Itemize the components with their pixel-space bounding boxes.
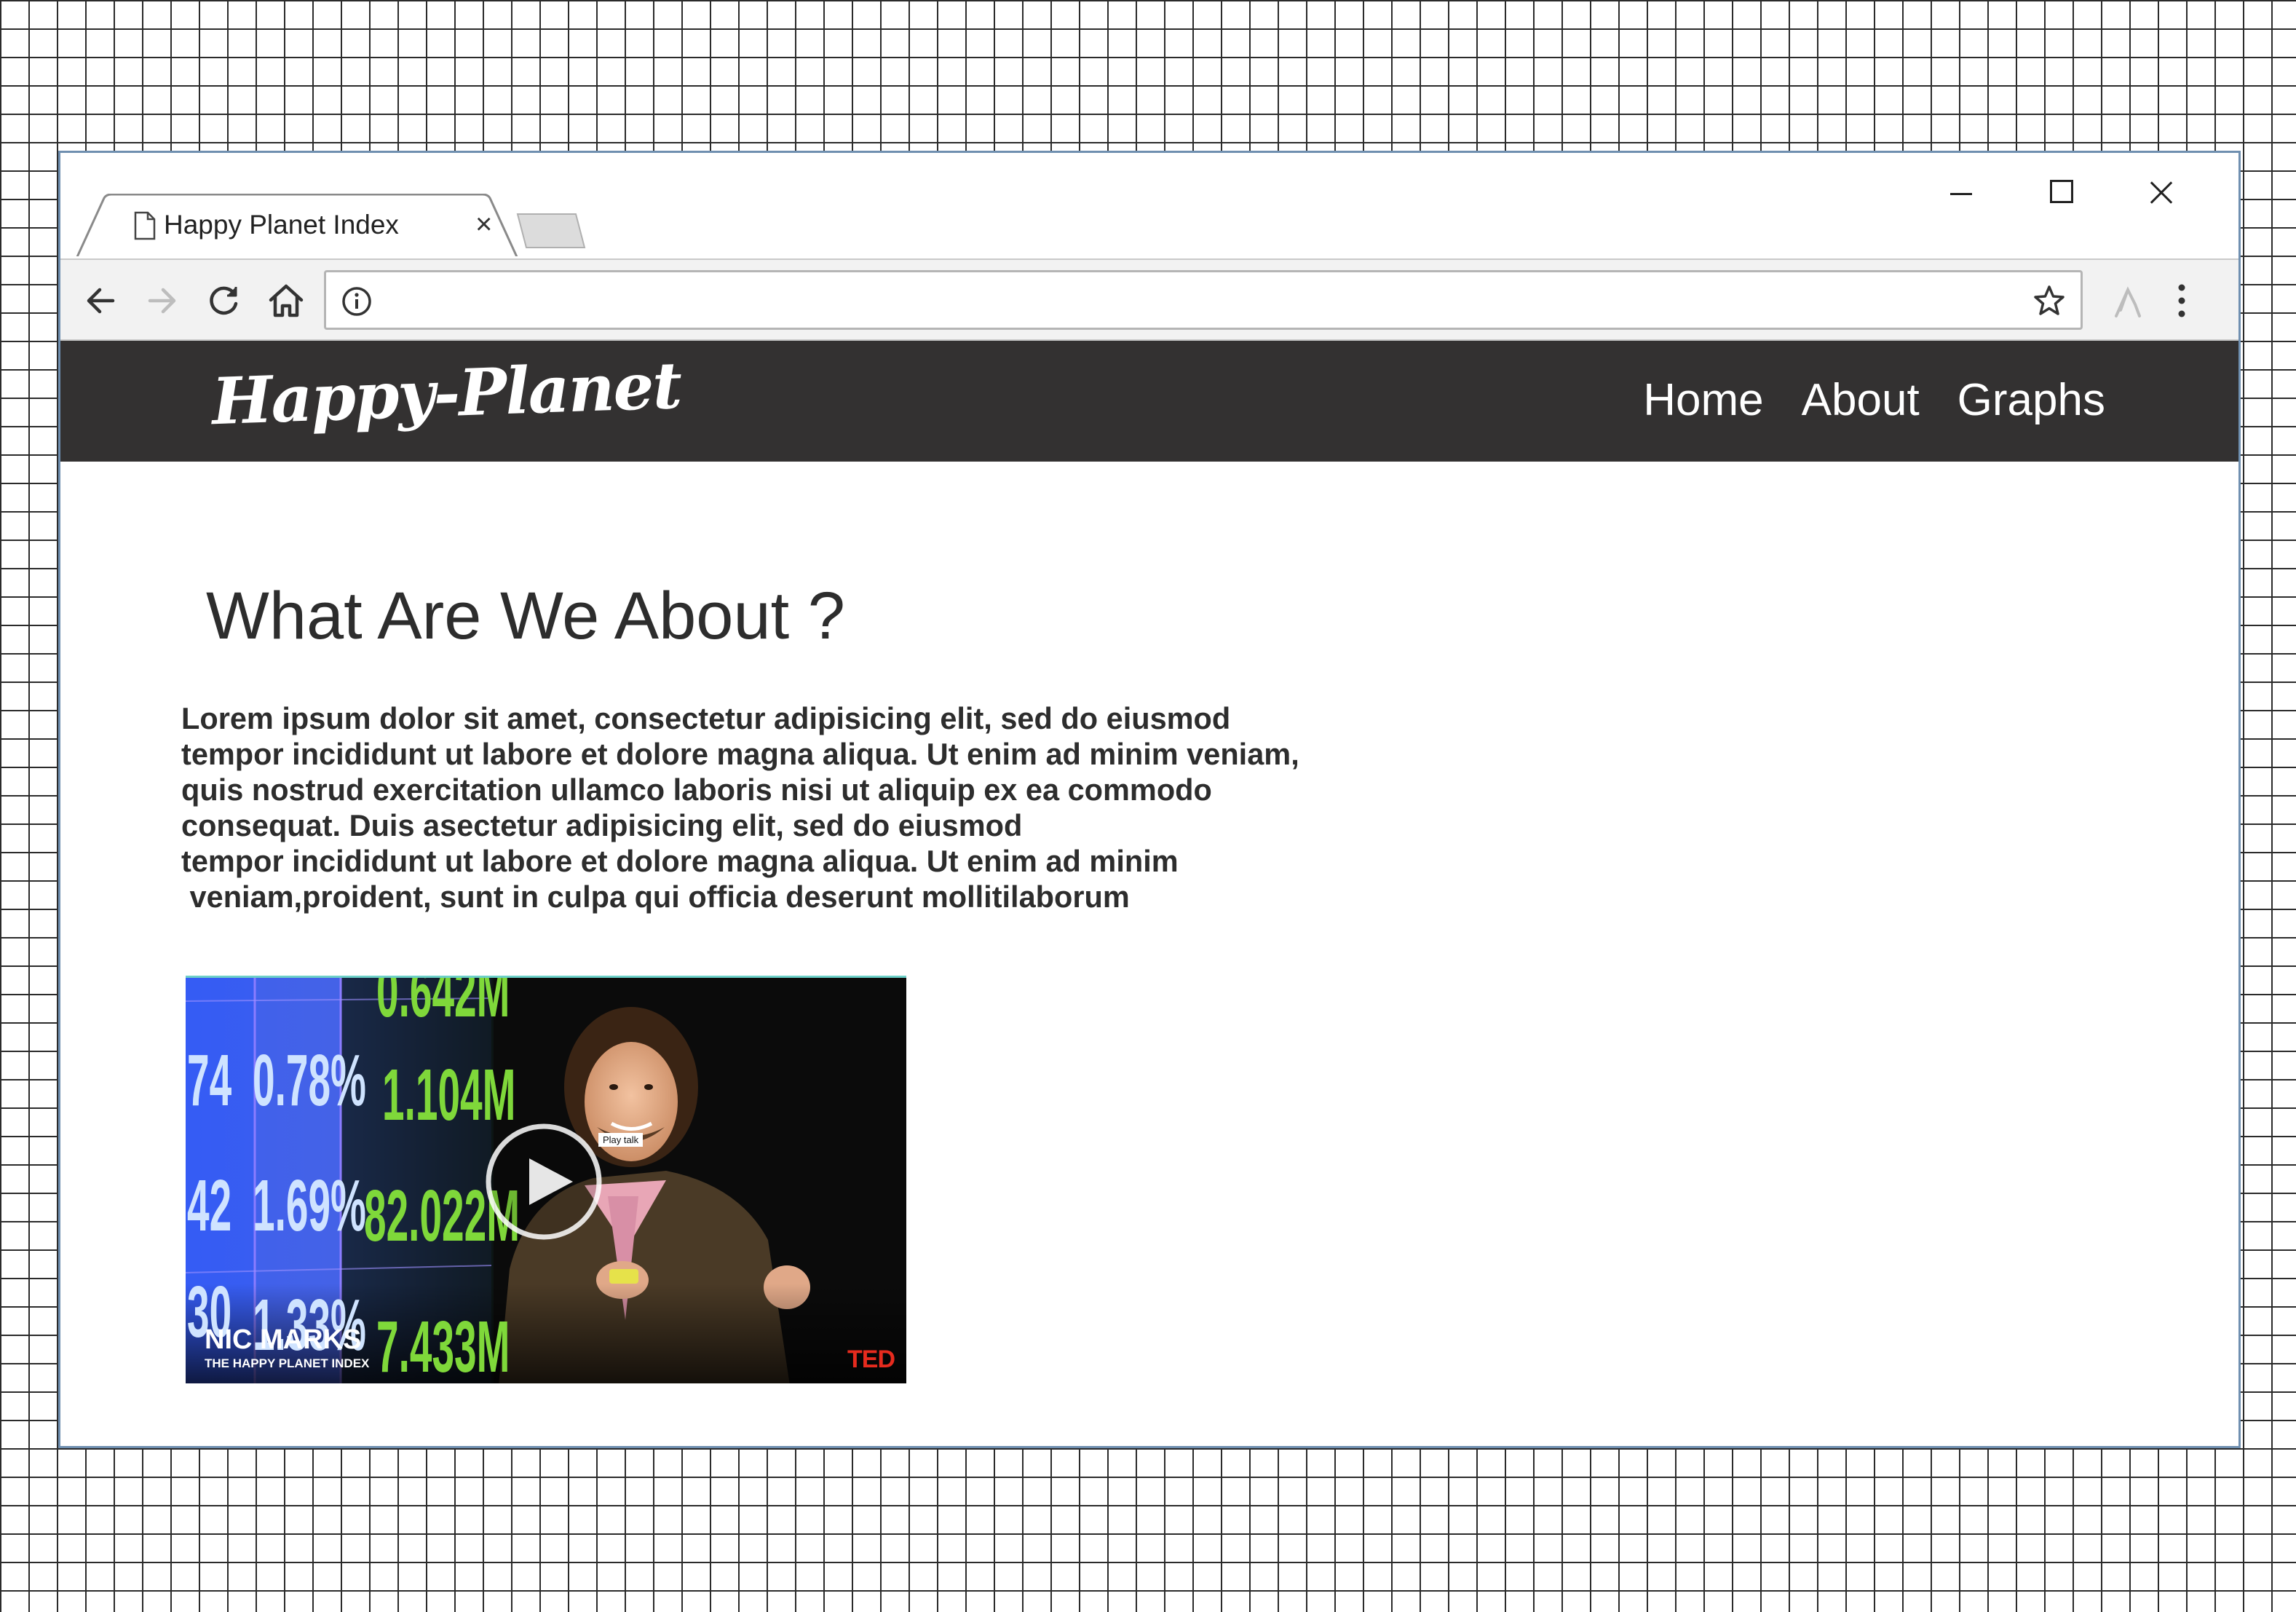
about-paragraph: Lorem ipsum dolor sit amet, consectetur … [181,700,1433,914]
star-icon[interactable] [2032,284,2066,317]
window-controls [1912,166,2209,217]
speaker-subtitle: THE HAPPY PLANET INDEX [205,1356,370,1370]
window-close-icon[interactable] [2110,166,2209,217]
address-bar[interactable] [324,270,2083,330]
browser-toolbar [60,258,2238,341]
ticker-value: 42 [187,1165,232,1246]
menu-dots-icon[interactable] [2174,282,2189,320]
tab-close-icon[interactable]: × [475,210,492,239]
page-heading: What Are We About ? [206,579,845,653]
paragraph-line: quis nostrud exercitation ullamco labori… [181,773,1212,807]
home-icon[interactable] [267,283,305,319]
ted-logo: TED [847,1346,895,1373]
play-tooltip: Play talk [598,1133,644,1147]
nav-about[interactable]: About [1802,374,1920,426]
nav-graphs[interactable]: Graphs [1957,374,2105,426]
paragraph-line: consequat. Duis asectetur adipisicing el… [181,808,1023,842]
site-nav: Home About Graphs [1605,374,2105,426]
speaker-name: NIC MARKS [205,1324,362,1355]
ticker-value: 0.78% [253,1040,366,1121]
browser-window: Happy Planet Index × Happy-Planet Home A… [58,151,2241,1448]
ticker-value: 0.642M [376,976,510,1032]
paragraph-line: Lorem ipsum dolor sit amet, consectetur … [181,701,1231,735]
document-icon [134,211,156,240]
paragraph-line: veniam,proident, sunt in culpa qui offic… [181,880,1130,914]
ticker-value: 1.69% [253,1165,366,1246]
ticker-value: 74 [187,1040,232,1121]
address-input[interactable] [386,280,1976,322]
new-tab-button[interactable] [512,210,587,252]
paragraph-line: tempor incididunt ut labore et dolore ma… [181,844,1179,878]
video-thumbnail[interactable]: 74 42 30 0.78% 1.69% 1.33% 0.642M 1.104M… [186,976,906,1383]
play-icon[interactable] [484,1122,603,1241]
ticker-value: 7.433M [376,1306,510,1383]
reload-icon[interactable] [206,283,242,319]
forward-arrow-icon[interactable] [144,283,181,319]
info-icon[interactable] [341,285,373,317]
tab-happy-planet-index[interactable]: Happy Planet Index × [76,194,518,258]
title-bar: Happy Planet Index × [60,153,2238,258]
tab-title: Happy Planet Index [164,210,399,240]
minimize-icon[interactable] [1912,166,2011,217]
extension-icon[interactable] [2109,281,2144,320]
maximize-icon[interactable] [2011,166,2110,217]
back-arrow-icon[interactable] [82,283,119,319]
site-logo[interactable]: Happy-Planet [210,347,681,439]
site-header: Happy-Planet Home About Graphs [60,341,2238,462]
nav-home[interactable]: Home [1643,374,1763,426]
paragraph-line: tempor incididunt ut labore et dolore ma… [181,737,1299,771]
